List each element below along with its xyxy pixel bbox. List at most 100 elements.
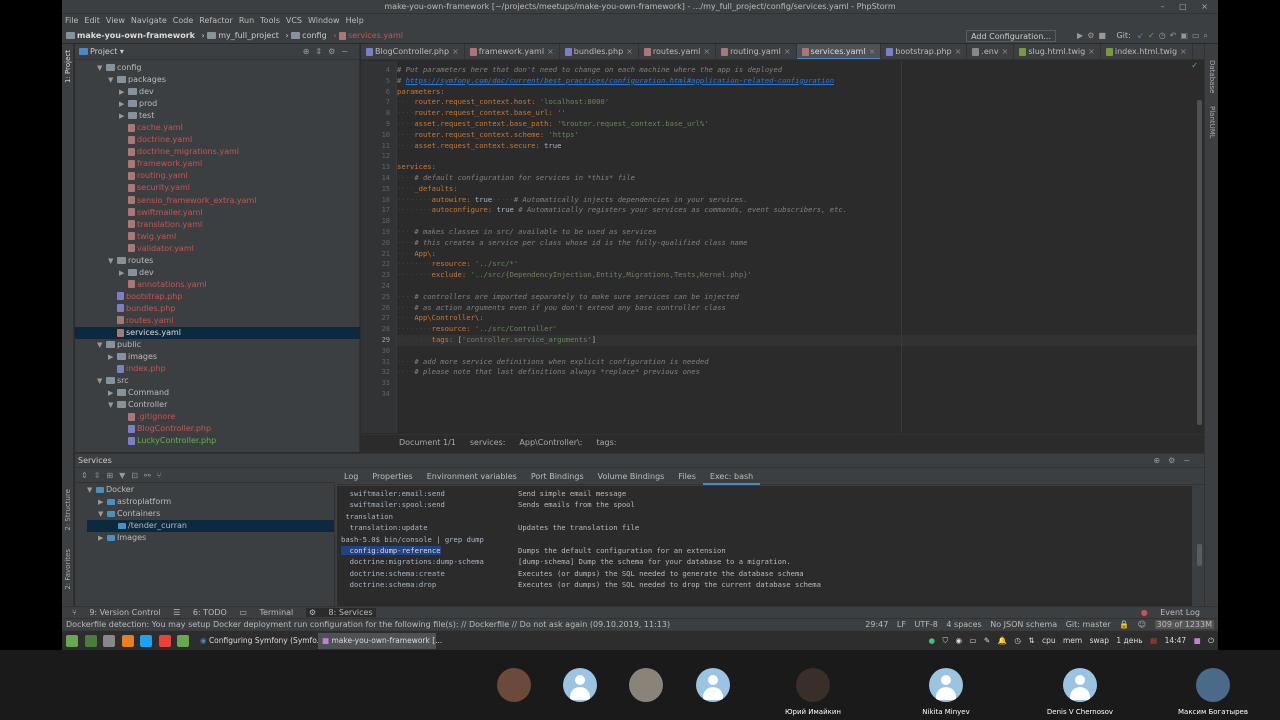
code-line[interactable]: ········tags: ['controller.service_argum… <box>397 335 1202 346</box>
skype-icon[interactable] <box>140 635 153 647</box>
menu-item-view[interactable]: View <box>106 16 125 25</box>
editor-tab[interactable]: services.yaml × <box>796 44 882 59</box>
git-update-icon[interactable]: ↙ <box>1137 31 1148 40</box>
chrome-tray-icon[interactable]: ◉ <box>955 636 962 645</box>
tree-item[interactable]: validator.yaml <box>75 243 360 255</box>
participant-avatar[interactable] <box>563 668 597 702</box>
service-tree-item[interactable]: /tender_curran <box>87 520 334 532</box>
tree-item[interactable]: services.yaml <box>75 327 360 340</box>
line-separator[interactable]: LF <box>897 620 906 629</box>
tree-item[interactable]: swiftmailer.yaml <box>75 207 360 219</box>
expand-arrow-icon[interactable]: ▼ <box>108 399 117 411</box>
code-line[interactable]: ····# this creates a service per class w… <box>397 238 748 249</box>
structure-crumb[interactable]: services: <box>470 438 506 447</box>
stop-icon[interactable]: ■ <box>1098 31 1110 40</box>
undo-icon[interactable]: ↶ <box>1170 31 1181 40</box>
code-line[interactable]: services: <box>397 162 436 173</box>
database-tool-tab[interactable]: Database <box>1208 60 1216 93</box>
expand-arrow-icon[interactable]: ▶ <box>98 496 107 508</box>
code-line[interactable]: ····# add more service definitions when … <box>397 357 709 368</box>
menu-item-edit[interactable]: Edit <box>84 16 100 25</box>
service-tree-item[interactable]: ▶ astroplatform <box>87 496 334 508</box>
code-line[interactable]: ····# makes classes in src/ available to… <box>397 227 657 238</box>
status-icon[interactable]: ● <box>929 636 936 645</box>
tree-item[interactable]: sensio_framework_extra.yaml <box>75 195 360 207</box>
tree-item[interactable]: .gitignore <box>75 411 360 423</box>
chrome-icon[interactable] <box>158 635 171 647</box>
group-icon[interactable]: ⊞ <box>106 471 119 480</box>
settings-icon[interactable]: ⊕ <box>1153 456 1168 465</box>
participant-avatar[interactable] <box>1196 668 1230 702</box>
tree-item[interactable]: doctrine.yaml <box>75 134 360 146</box>
editor-tab[interactable]: routes.yaml × <box>639 44 717 59</box>
expand-arrow-icon[interactable]: ▼ <box>97 339 106 351</box>
json-schema[interactable]: No JSON schema <box>990 620 1057 629</box>
participant-avatar[interactable] <box>1063 668 1097 702</box>
terminal-app-icon[interactable] <box>103 635 116 647</box>
editor-tab[interactable]: bundles.php × <box>560 44 639 59</box>
close-icon[interactable]: × <box>703 47 710 56</box>
service-detail-tab[interactable]: Exec: bash <box>702 469 761 485</box>
expand-arrow-icon[interactable]: ▶ <box>108 387 117 399</box>
code-line[interactable]: ········exclude: '../src/{DependencyInje… <box>397 270 752 281</box>
participant-avatar[interactable] <box>796 668 830 702</box>
branch-icon[interactable]: ⑂ <box>157 471 168 480</box>
code-line[interactable]: ····App\Controller\: <box>397 313 484 324</box>
service-tree-item[interactable]: ▶ Images <box>87 532 334 544</box>
tree-item[interactable]: doctrine_migrations.yaml <box>75 146 360 158</box>
editor-tab[interactable]: .env × <box>967 44 1015 59</box>
expand-arrow-icon[interactable]: ▼ <box>87 484 96 496</box>
code-view[interactable]: # Put parameters here that don't need to… <box>397 61 1202 433</box>
gear-icon[interactable]: ⚙ <box>328 47 341 56</box>
files-icon[interactable] <box>177 635 190 647</box>
expand-arrow-icon[interactable]: ▶ <box>119 110 128 122</box>
code-line[interactable]: parameters: <box>397 87 445 98</box>
code-line[interactable]: ····# as action arguments even if you do… <box>397 303 726 314</box>
tree-item[interactable]: BlogController.php <box>75 423 360 435</box>
expand-arrow-icon[interactable]: ▼ <box>98 508 107 520</box>
tree-item[interactable]: translation.yaml <box>75 219 360 231</box>
structure-crumb[interactable]: App\Controller\: <box>519 438 582 447</box>
project-tool-tab[interactable]: 1: Project <box>64 50 72 83</box>
code-line[interactable]: ········resource: '../src/*' <box>397 259 518 270</box>
cpu-label[interactable]: cpu <box>1042 636 1056 645</box>
service-detail-tab[interactable]: Port Bindings <box>524 469 591 485</box>
tree-item[interactable]: bootstrap.php <box>75 291 360 303</box>
editor-tab[interactable]: routing.yaml × <box>716 44 797 59</box>
close-icon[interactable]: × <box>1002 47 1009 56</box>
plantuml-tool-tab[interactable]: PlantUML <box>1208 106 1216 139</box>
service-detail-tab[interactable]: Environment variables <box>420 469 524 485</box>
chevron-down-icon[interactable]: ▾ <box>120 47 124 56</box>
expand-arrow-icon[interactable]: ▼ <box>108 74 117 86</box>
tree-item[interactable]: ▼ src <box>75 375 360 387</box>
run-icon[interactable]: ▶ <box>1077 31 1087 40</box>
terminal-scrollbar[interactable] <box>1197 544 1202 566</box>
editor-scrollbar[interactable] <box>1197 100 1202 425</box>
structure-crumb[interactable]: Document 1/1 <box>399 438 456 447</box>
structure-crumb[interactable]: tags: <box>596 438 616 447</box>
expand-arrow-icon[interactable]: ▶ <box>119 267 128 279</box>
code-line[interactable]: ········autowire: true·····# Automatical… <box>397 195 748 206</box>
code-line[interactable]: ····router.request_context.base_url: '' <box>397 108 566 119</box>
history-icon[interactable]: ◷ <box>1159 31 1170 40</box>
new-service-icon[interactable]: ⊡ <box>131 471 144 480</box>
tree-item[interactable]: ▶ dev <box>75 267 360 279</box>
breadcrumb-subproject[interactable]: › my_full_project <box>202 31 279 40</box>
layout-icon[interactable]: ▣ <box>1180 31 1192 40</box>
inspection-ok-icon[interactable]: ✓ <box>1191 61 1198 70</box>
tree-item[interactable]: bundles.php <box>75 303 360 315</box>
tree-item[interactable]: twig.yaml <box>75 231 360 243</box>
editor-tab[interactable]: framework.yaml × <box>465 44 560 59</box>
close-icon[interactable]: × <box>452 47 459 56</box>
task-browser[interactable]: ◉ Configuring Symfony (Symfo... <box>196 633 324 649</box>
close-icon[interactable]: × <box>1088 47 1095 56</box>
code-line[interactable]: # https://symfony.com/doc/current/best_p… <box>397 76 834 87</box>
menu-item-tools[interactable]: Tools <box>260 16 280 25</box>
code-line[interactable]: ····# default configuration for services… <box>397 173 635 184</box>
breadcrumb-project[interactable]: make-you-own-framework <box>66 31 195 40</box>
breadcrumb-file[interactable]: › services.yaml <box>333 31 403 40</box>
task-phpstorm[interactable]: ■ make-you-own-framework [... <box>318 633 442 649</box>
menu-item-window[interactable]: Window <box>308 16 340 25</box>
locate-icon[interactable]: ⊕ <box>303 47 316 56</box>
close-icon[interactable]: × <box>784 47 791 56</box>
